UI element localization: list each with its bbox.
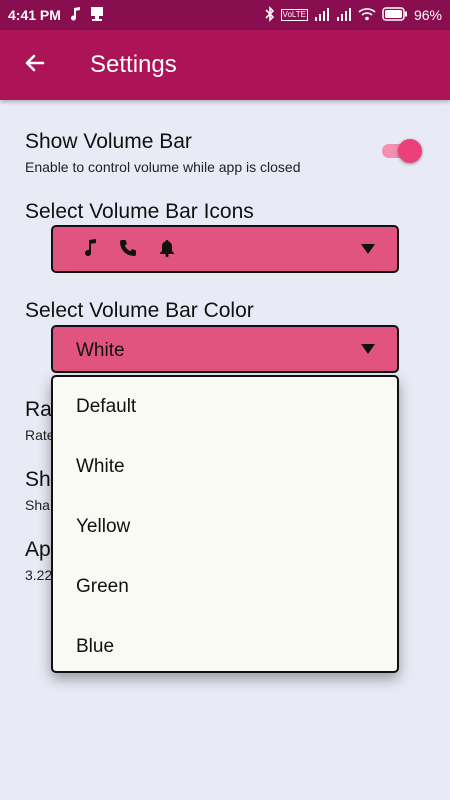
bell-icon (159, 239, 175, 262)
signal-icon-2 (336, 7, 352, 24)
share-row-title: Sh (25, 468, 51, 491)
app-version-value: 3.22 (25, 567, 53, 583)
show-volume-bar-title: Show Volume Bar (25, 130, 192, 153)
dropdown-option-green[interactable]: Green (53, 557, 397, 617)
music-note-icon (69, 6, 81, 24)
app-bar: Settings (0, 30, 450, 100)
battery-icon (382, 6, 408, 24)
show-volume-bar-toggle[interactable] (380, 138, 422, 164)
music-note-icon (83, 239, 97, 262)
notification-icon (89, 6, 105, 25)
arrow-back-icon (23, 51, 47, 80)
color-dropdown-menu: Default White Yellow Green Blue (51, 375, 399, 673)
back-button[interactable] (0, 30, 70, 100)
wifi-icon (358, 7, 376, 24)
select-icons-title: Select Volume Bar Icons (25, 200, 254, 223)
status-time: 4:41 PM (8, 7, 61, 23)
toggle-thumb (398, 139, 422, 163)
rate-row-title: Ra (25, 398, 52, 421)
dropdown-option-default[interactable]: Default (53, 377, 397, 437)
show-volume-bar-subtitle: Enable to control volume while app is cl… (25, 159, 301, 175)
battery-percent: 96% (413, 7, 442, 23)
dropdown-option-white[interactable]: White (53, 437, 397, 497)
chevron-down-icon (361, 344, 375, 354)
settings-list: Show Volume Bar Enable to control volume… (0, 100, 450, 800)
select-color-title: Select Volume Bar Color (25, 299, 254, 322)
app-version-title: Ap (25, 538, 51, 561)
bluetooth-icon (264, 5, 275, 25)
phone-icon (119, 239, 137, 262)
status-bar: 4:41 PM VoLTE 96% (0, 0, 450, 30)
icons-select[interactable] (51, 225, 399, 273)
chevron-down-icon (361, 244, 375, 254)
dropdown-option-yellow[interactable]: Yellow (53, 497, 397, 557)
volte-badge: VoLTE (280, 9, 308, 21)
dropdown-option-blue[interactable]: Blue (53, 617, 397, 677)
share-row-subtitle: Sha (25, 497, 50, 513)
color-select[interactable]: White (51, 325, 399, 373)
signal-icon (314, 7, 330, 24)
page-title: Settings (90, 51, 177, 78)
color-select-value: White (76, 340, 125, 361)
